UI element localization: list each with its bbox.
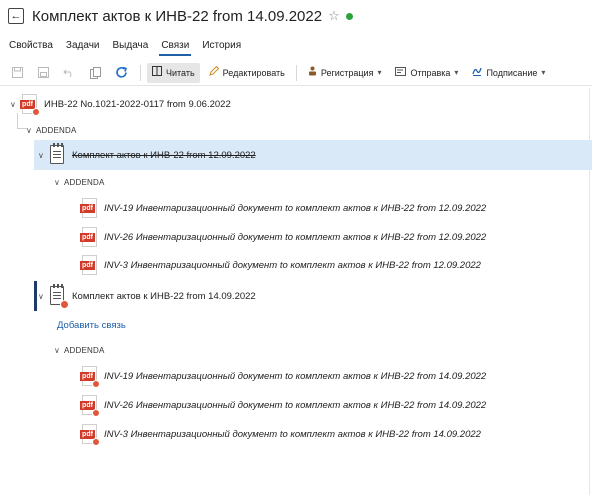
save-icon[interactable]	[8, 64, 26, 82]
addendum-title: INV-26 Инвентаризационный документ to ко…	[104, 399, 487, 411]
chevron-down-icon: ▾	[454, 68, 459, 77]
tab-issuance[interactable]: Выдача	[113, 40, 149, 56]
chevron-down-icon: ▾	[541, 68, 546, 77]
chevron-down-icon[interactable]: ∨	[54, 346, 64, 355]
signature-seal-icon	[92, 409, 100, 417]
signature-seal-icon	[32, 108, 40, 116]
list-item[interactable]: pdf INV-3 Инвентаризационный документ to…	[80, 255, 481, 275]
addendum-title: INV-26 Инвентаризационный документ to ко…	[104, 231, 487, 243]
chevron-down-icon[interactable]: ∨	[54, 178, 64, 187]
addenda-section[interactable]: ∨ ADDENDA	[54, 344, 105, 356]
back-button[interactable]: ←	[8, 8, 24, 24]
pdf-icon: pdf	[80, 424, 100, 446]
signing-dropdown[interactable]: Подписание ▾	[467, 63, 550, 83]
tab-history[interactable]: История	[202, 40, 241, 56]
chevron-down-icon[interactable]: ∨	[26, 126, 36, 135]
pdf-icon: pdf	[80, 366, 100, 388]
toolbar: Читать Редактировать Регистрация ▾ Отпра…	[0, 60, 592, 86]
signature-seal-icon	[92, 380, 100, 388]
list-item[interactable]: pdf INV-19 Инвентаризационный документ t…	[80, 198, 486, 218]
edit-button-label: Редактировать	[222, 67, 285, 78]
tab-tasks[interactable]: Задачи	[66, 40, 100, 56]
pdf-icon: pdf	[80, 198, 98, 218]
chevron-down-icon[interactable]: ∨	[38, 151, 48, 160]
chevron-down-icon[interactable]: ∨	[10, 100, 20, 109]
send-label: Отправка	[410, 67, 451, 78]
tab-properties[interactable]: Свойства	[9, 40, 53, 56]
send-icon	[395, 66, 407, 79]
edit-button[interactable]: Редактировать	[204, 63, 290, 83]
status-indicator	[345, 12, 353, 20]
addendum-title: INV-19 Инвентаризационный документ to ко…	[104, 202, 487, 214]
read-button[interactable]: Читать	[147, 62, 200, 83]
pdf-icon: pdf	[80, 255, 98, 275]
person-icon	[308, 66, 317, 79]
copy-icon[interactable]	[86, 64, 104, 82]
addendum-title: INV-19 Инвентаризационный документ to ко…	[104, 370, 487, 382]
book-icon	[152, 66, 162, 79]
list-item[interactable]: pdf INV-3 Инвентаризационный документ to…	[80, 424, 481, 446]
addendum-title: INV-3 Инвентаризационный документ to ком…	[104, 259, 481, 271]
undo-icon[interactable]	[60, 64, 78, 82]
chevron-down-icon: ▾	[377, 68, 382, 77]
save-as-icon[interactable]	[34, 64, 52, 82]
tree-line	[17, 113, 18, 129]
pencil-icon	[208, 65, 219, 79]
read-button-label: Читать	[166, 67, 195, 78]
add-relation-link-label: Добавить связь	[57, 319, 126, 331]
title-bar: ← Комплект актов к ИНВ-22 from 14.09.202…	[0, 0, 592, 32]
signature-seal-icon	[60, 300, 69, 309]
page-title: Комплект актов к ИНВ-22 from 14.09.2022	[32, 7, 323, 25]
addenda-section[interactable]: ∨ ADDENDA	[26, 124, 77, 136]
registration-dropdown[interactable]: Регистрация ▾	[303, 63, 387, 83]
pdf-icon: pdf	[80, 395, 100, 417]
pdf-icon: pdf	[80, 227, 98, 247]
signing-label: Подписание	[486, 67, 538, 78]
signature-icon	[472, 66, 483, 79]
back-arrow-icon: ←	[10, 9, 22, 22]
list-item[interactable]: pdf INV-26 Инвентаризационный документ t…	[80, 227, 486, 247]
refresh-icon[interactable]	[112, 64, 130, 82]
tree-node-group2[interactable]: ∨ Комплект актов к ИНВ-22 from 14.09.202…	[38, 284, 256, 309]
document-set-icon	[48, 143, 66, 166]
send-dropdown[interactable]: Отправка ▾	[390, 63, 463, 83]
list-item[interactable]: pdf INV-19 Инвентаризационный документ t…	[80, 366, 487, 388]
add-relation-link[interactable]: Добавить связь	[57, 318, 126, 332]
group1-title: Комплект актов к ИНВ-22 from 12.09.2022	[72, 149, 256, 161]
focus-indicator	[34, 281, 37, 311]
addenda-label: ADDENDA	[64, 345, 105, 355]
chevron-down-icon[interactable]: ∨	[38, 292, 48, 301]
addenda-label: ADDENDA	[64, 177, 105, 187]
toolbar-separator	[295, 64, 297, 81]
registration-label: Регистрация	[320, 67, 374, 78]
list-item[interactable]: pdf INV-26 Инвентаризационный документ t…	[80, 395, 487, 417]
root-document-title: ИНВ-22 No.1021-2022-0117 from 9.06.2022	[44, 98, 231, 110]
addendum-title: INV-3 Инвентаризационный документ to ком…	[104, 428, 481, 440]
pdf-icon: pdf	[20, 94, 40, 116]
toolbar-separator	[140, 64, 141, 81]
document-set-icon	[48, 284, 69, 309]
signature-seal-icon	[92, 438, 100, 446]
addenda-section[interactable]: ∨ ADDENDA	[54, 176, 105, 188]
tab-relations[interactable]: Связи	[159, 40, 192, 56]
tree-node-root[interactable]: ∨ pdf ИНВ-22 No.1021-2022-0117 from 9.06…	[10, 94, 231, 116]
favorite-star-icon[interactable]: ☆	[328, 8, 340, 24]
tab-bar: Свойства Задачи Выдача Связи История	[0, 34, 592, 56]
group2-title: Комплект актов к ИНВ-22 from 14.09.2022	[72, 290, 256, 302]
addenda-label: ADDENDA	[36, 125, 77, 135]
tree-node-group1[interactable]: ∨ Комплект актов к ИНВ-22 from 12.09.202…	[38, 143, 256, 166]
